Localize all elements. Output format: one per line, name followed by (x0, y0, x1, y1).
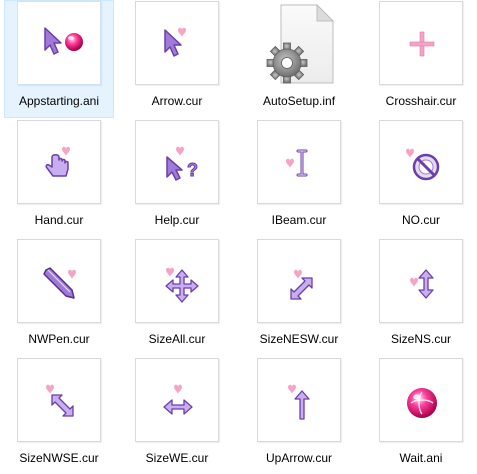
file-item-crosshair[interactable]: Crosshair.cur (366, 0, 476, 118)
file-item-sizenwse[interactable]: SizeNWSE.cur (4, 357, 114, 474)
file-thumbnail (379, 358, 463, 442)
file-name: Wait.ani (399, 451, 443, 465)
file-name: Crosshair.cur (385, 94, 457, 108)
resize-nwse-cursor-icon (46, 384, 74, 417)
file-thumbnail (17, 120, 101, 204)
file-name: Help.cur (154, 213, 200, 227)
file-name: NO.cur (401, 213, 440, 227)
file-thumbnail (379, 1, 463, 85)
file-name: UpArrow.cur (265, 451, 333, 465)
wait-cursor-icon (407, 388, 437, 418)
file-thumbnail (257, 239, 341, 323)
file-thumbnail (379, 120, 463, 204)
move-cursor-icon (165, 267, 199, 303)
file-name: Hand.cur (34, 213, 84, 227)
file-item-uparrow[interactable]: UpArrow.cur (244, 357, 354, 474)
file-item-arrow[interactable]: Arrow.cur (122, 0, 232, 118)
svg-text:?: ? (187, 160, 198, 180)
file-item-help[interactable]: ? Help.cur (122, 119, 232, 237)
file-thumbnail (257, 358, 341, 442)
file-item-sizeall[interactable]: SizeAll.cur (122, 238, 232, 356)
file-item-appstarting[interactable]: Appstarting.ani (4, 0, 114, 118)
help-cursor-icon: ? (166, 146, 199, 181)
file-name: NWPen.cur (28, 332, 90, 346)
pen-cursor-icon (43, 267, 76, 299)
resize-ns-cursor-icon (410, 269, 434, 299)
no-cursor-icon (406, 148, 440, 181)
file-item-autosetup[interactable]: AutoSetup.inf (244, 0, 354, 118)
file-thumbnail (17, 358, 101, 442)
file-name: IBeam.cur (271, 213, 327, 227)
file-thumbnail (257, 1, 341, 85)
file-name: AutoSetup.inf (262, 94, 336, 108)
file-name: SizeNS.cur (390, 332, 452, 346)
file-item-wait[interactable]: Wait.ani (366, 357, 476, 474)
settings-file-icon (266, 3, 335, 84)
file-thumbnail (17, 239, 101, 323)
crosshair-cursor-icon (409, 31, 435, 57)
file-thumbnail (135, 1, 219, 85)
file-name: SizeWE.cur (145, 451, 209, 465)
file-thumbnail (257, 120, 341, 204)
resize-nesw-cursor-icon (290, 269, 313, 300)
file-thumbnail (135, 239, 219, 323)
file-name: Arrow.cur (151, 94, 203, 108)
file-item-hand[interactable]: Hand.cur (4, 119, 114, 237)
resize-we-cursor-icon (163, 384, 193, 415)
file-item-ibeam[interactable]: IBeam.cur (244, 119, 354, 237)
file-item-sizenesw[interactable]: SizeNESW.cur (244, 238, 354, 356)
up-arrow-cursor-icon (288, 384, 310, 420)
file-item-no[interactable]: NO.cur (366, 119, 476, 237)
arrow-cursor-icon (164, 27, 186, 57)
file-item-sizens[interactable]: SizeNS.cur (366, 238, 476, 356)
ibeam-cursor-icon (286, 149, 308, 177)
file-item-nwpen[interactable]: NWPen.cur (4, 238, 114, 356)
appstarting-cursor-icon (44, 27, 83, 55)
file-grid: Appstarting.ani Arrow.cur AutoSetup.inf … (0, 0, 477, 474)
file-thumbnail: ? (135, 120, 219, 204)
file-thumbnail (17, 1, 101, 85)
hand-cursor-icon (45, 146, 70, 177)
file-name: SizeAll.cur (148, 332, 206, 346)
file-name: Appstarting.ani (18, 94, 100, 108)
file-thumbnail (135, 358, 219, 442)
file-thumbnail (379, 239, 463, 323)
file-name: SizeNWSE.cur (19, 451, 99, 465)
file-name: SizeNESW.cur (259, 332, 339, 346)
file-item-sizewe[interactable]: SizeWE.cur (122, 357, 232, 474)
